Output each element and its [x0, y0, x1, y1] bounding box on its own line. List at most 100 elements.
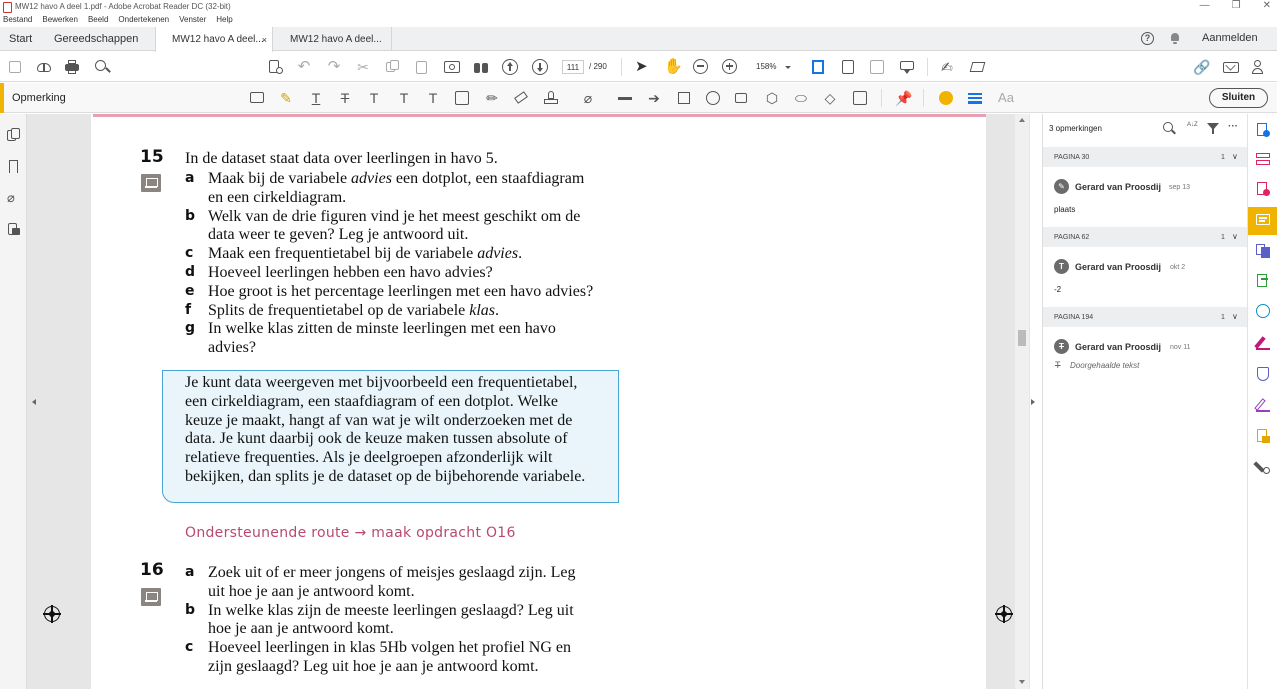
- edit-pdf-tool-icon[interactable]: [1256, 274, 1270, 288]
- combine-files-icon[interactable]: [1256, 244, 1270, 258]
- scrollbar-thumb[interactable]: [1018, 330, 1026, 346]
- create-pdf-icon[interactable]: [1256, 123, 1270, 137]
- line-thickness-icon[interactable]: [967, 90, 983, 106]
- add-text-icon[interactable]: T: [425, 90, 441, 106]
- right-pane-toggle[interactable]: [1030, 114, 1042, 689]
- export-pdf-icon[interactable]: [1256, 182, 1270, 196]
- send-for-comments-icon[interactable]: [1256, 429, 1270, 443]
- comment-tool-icon[interactable]: [1248, 207, 1277, 235]
- cut-icon[interactable]: ✂: [355, 59, 371, 75]
- hand-tool-icon[interactable]: ✋: [664, 59, 683, 75]
- zoom-out-icon[interactable]: [693, 59, 709, 75]
- stamp-icon[interactable]: [543, 90, 559, 106]
- edit-pdf-icon[interactable]: [268, 59, 284, 75]
- more-options-icon[interactable]: ···: [1228, 122, 1240, 134]
- line-tool-icon[interactable]: [617, 90, 633, 106]
- collapse-right-pane-icon[interactable]: [1031, 399, 1035, 405]
- menu-bestand[interactable]: Bestand: [3, 15, 32, 24]
- scroll-mode-icon[interactable]: [899, 59, 915, 75]
- email-icon[interactable]: [1223, 59, 1239, 75]
- attachments-icon[interactable]: ⌀: [7, 190, 20, 205]
- menu-venster[interactable]: Venster: [179, 15, 206, 24]
- strikethrough-text-icon[interactable]: T: [337, 90, 353, 106]
- zoom-level-select[interactable]: 158%: [751, 60, 795, 74]
- upload-cloud-icon[interactable]: [36, 59, 52, 75]
- highlight-icon[interactable]: ✎: [278, 90, 294, 106]
- tab-tools[interactable]: Gereedschappen: [54, 27, 138, 51]
- protect-shield-icon[interactable]: [1256, 367, 1270, 381]
- scroll-down-icon[interactable]: [1019, 680, 1025, 684]
- rectangle-tool-icon[interactable]: [676, 90, 692, 106]
- oval-tool-icon[interactable]: [705, 90, 721, 106]
- undo-icon[interactable]: ↶: [296, 59, 312, 75]
- share-user-icon[interactable]: [1251, 59, 1267, 75]
- chevron-down-icon[interactable]: ∨: [1232, 232, 1238, 241]
- chevron-down-icon[interactable]: ∨: [1232, 312, 1238, 321]
- text-box-icon[interactable]: [454, 90, 470, 106]
- share-link-icon[interactable]: 🔗: [1193, 59, 1210, 75]
- paste-icon[interactable]: [414, 59, 430, 75]
- zoom-in-icon[interactable]: [722, 59, 738, 75]
- filter-comments-icon[interactable]: [1207, 122, 1219, 134]
- close-window-button[interactable]: ✕: [1263, 0, 1271, 11]
- fill-sign-icon[interactable]: [969, 59, 986, 75]
- collapse-left-pane-icon[interactable]: [32, 399, 36, 405]
- tab-document-2[interactable]: MW12 havo A deel...: [274, 27, 392, 51]
- tab-document-active[interactable]: MW12 havo A deel... ×: [155, 27, 273, 52]
- next-page-icon[interactable]: [532, 59, 548, 75]
- menu-bewerken[interactable]: Bewerken: [42, 15, 78, 24]
- tab-start[interactable]: Start: [9, 27, 32, 51]
- arrow-tool-icon[interactable]: ➔: [646, 90, 662, 106]
- chevron-down-icon[interactable]: ∨: [1232, 152, 1238, 161]
- pin-icon[interactable]: 📌: [895, 90, 912, 106]
- search-comments-icon[interactable]: [1163, 122, 1176, 135]
- search-zoom-icon[interactable]: [94, 59, 111, 75]
- more-tools-icon[interactable]: [1253, 460, 1270, 474]
- full-screen-icon[interactable]: [869, 59, 885, 75]
- fill-and-sign-icon[interactable]: [1254, 336, 1270, 350]
- menu-help[interactable]: Help: [216, 15, 232, 24]
- page-thumbnails-icon[interactable]: [7, 128, 20, 142]
- sort-comments-icon[interactable]: A↓Z: [1187, 122, 1198, 134]
- fit-page-icon[interactable]: [810, 59, 826, 75]
- close-tab-icon[interactable]: ×: [262, 35, 267, 45]
- menu-ondertekenen[interactable]: Ondertekenen: [118, 15, 169, 24]
- document-scrollbar[interactable]: [1015, 114, 1029, 689]
- eraser-icon[interactable]: [513, 90, 529, 106]
- color-picker-icon[interactable]: [938, 90, 954, 106]
- document-viewport[interactable]: 15 In de dataset staat data over leerlin…: [27, 114, 1030, 689]
- fit-width-icon[interactable]: [840, 59, 856, 75]
- polygon-line-icon[interactable]: ◇: [822, 90, 838, 106]
- text-properties-icon[interactable]: Aa: [996, 90, 1016, 106]
- request-signature-icon[interactable]: [1254, 398, 1270, 412]
- print-icon[interactable]: [64, 59, 80, 75]
- sign-icon[interactable]: ✍: [941, 59, 957, 75]
- polygon-tool-icon[interactable]: ⬡: [764, 90, 780, 106]
- cloud-tool-icon[interactable]: ⬭: [793, 90, 809, 106]
- bookmarks-icon[interactable]: [7, 160, 20, 174]
- pencil-icon[interactable]: ✏: [484, 90, 500, 106]
- previous-page-icon[interactable]: [502, 59, 518, 75]
- save-icon[interactable]: [7, 59, 23, 75]
- underline-text-icon[interactable]: T: [308, 90, 324, 106]
- scroll-up-icon[interactable]: [1019, 118, 1025, 122]
- attach-file-icon[interactable]: ⌀: [580, 90, 596, 106]
- copy-icon[interactable]: [385, 59, 401, 75]
- redo-icon[interactable]: ↷: [326, 59, 342, 75]
- page-number-input[interactable]: 111: [562, 60, 584, 74]
- insert-text-icon[interactable]: T: [396, 90, 412, 106]
- comment-group-header[interactable]: PAGINA 30 1 ∨: [1043, 147, 1248, 167]
- scan-ocr-icon[interactable]: [1256, 304, 1270, 318]
- comment-group-header[interactable]: PAGINA 62 1 ∨: [1043, 227, 1248, 247]
- snapshot-icon[interactable]: [444, 59, 460, 75]
- menu-beeld[interactable]: Beeld: [88, 15, 108, 24]
- sticky-note-icon[interactable]: [249, 90, 265, 106]
- minimize-button[interactable]: —: [1200, 0, 1210, 11]
- replace-text-icon[interactable]: T: [366, 90, 382, 106]
- restore-button[interactable]: ❐: [1232, 0, 1241, 11]
- select-cursor-icon[interactable]: ➤: [635, 59, 651, 75]
- help-icon[interactable]: ?: [1141, 32, 1154, 45]
- close-comment-button[interactable]: Sluiten: [1209, 88, 1268, 108]
- binoculars-icon[interactable]: [473, 59, 489, 75]
- organize-pages-icon[interactable]: [1256, 152, 1270, 166]
